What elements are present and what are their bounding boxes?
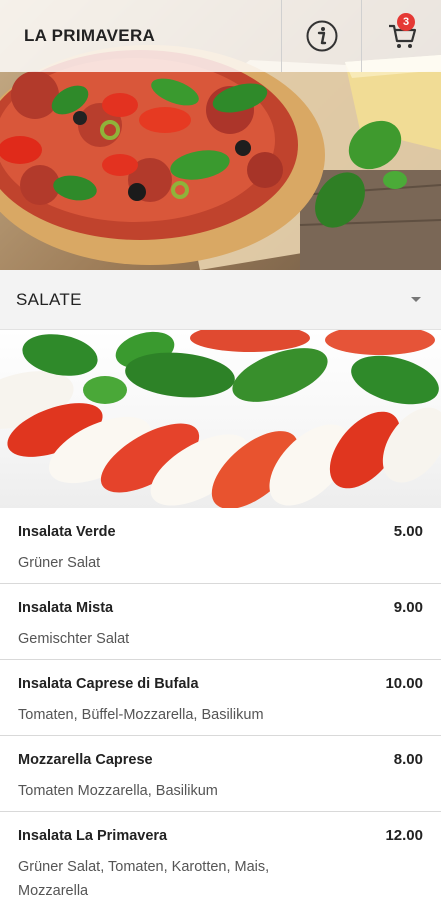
cart-button[interactable]: 3 <box>361 0 441 72</box>
menu-item-description: Grüner Salat, Tomaten, Karotten, Mais, M… <box>18 859 270 899</box>
category-selected-label: SALATE <box>16 289 82 309</box>
menu-item-name: Mozzarella Caprese <box>18 752 153 768</box>
caprese-illustration <box>0 330 441 508</box>
menu-item[interactable]: Insalata Caprese di Bufala 10.00 Tomaten… <box>0 660 441 736</box>
app-header: LA PRIMAVERA 3 <box>0 0 441 72</box>
menu-item-price: 8.00 <box>393 751 423 768</box>
menu-item-description: Tomaten Mozzarella, Basilikum <box>18 783 218 799</box>
app-title: LA PRIMAVERA <box>24 26 156 45</box>
category-dropdown[interactable]: SALATE <box>0 270 441 330</box>
info-button[interactable] <box>281 0 361 72</box>
menu-item-price: 5.00 <box>393 523 423 540</box>
menu-item[interactable]: Insalata Verde 5.00 Grüner Salat <box>0 508 441 584</box>
menu-item-description: Tomaten, Büffel-Mozzarella, Basilikum <box>18 707 264 723</box>
menu-item[interactable]: Mozzarella Caprese 8.00 Tomaten Mozzarel… <box>0 736 441 812</box>
menu-item-price: 12.00 <box>385 827 423 844</box>
menu-item-name: Insalata Mista <box>18 600 114 616</box>
menu-item-name: Insalata La Primavera <box>18 828 168 844</box>
menu-item-list: Insalata Verde 5.00 Grüner Salat Insalat… <box>0 508 441 915</box>
category-image <box>0 330 441 508</box>
chevron-down-icon <box>411 297 421 302</box>
menu-item-name: Insalata Verde <box>18 524 116 540</box>
menu-item-name: Insalata Caprese di Bufala <box>18 676 199 692</box>
menu-item-price: 10.00 <box>385 675 423 692</box>
menu-item-description: Gemischter Salat <box>18 631 130 647</box>
hero-pizza-image: LA PRIMAVERA 3 <box>0 0 441 270</box>
menu-item-description: Grüner Salat <box>18 555 101 571</box>
info-icon <box>306 20 337 52</box>
menu-item-price: 9.00 <box>393 599 423 616</box>
menu-item[interactable]: Insalata Mista 9.00 Gemischter Salat <box>0 584 441 660</box>
cart-count-badge: 3 <box>397 13 415 31</box>
